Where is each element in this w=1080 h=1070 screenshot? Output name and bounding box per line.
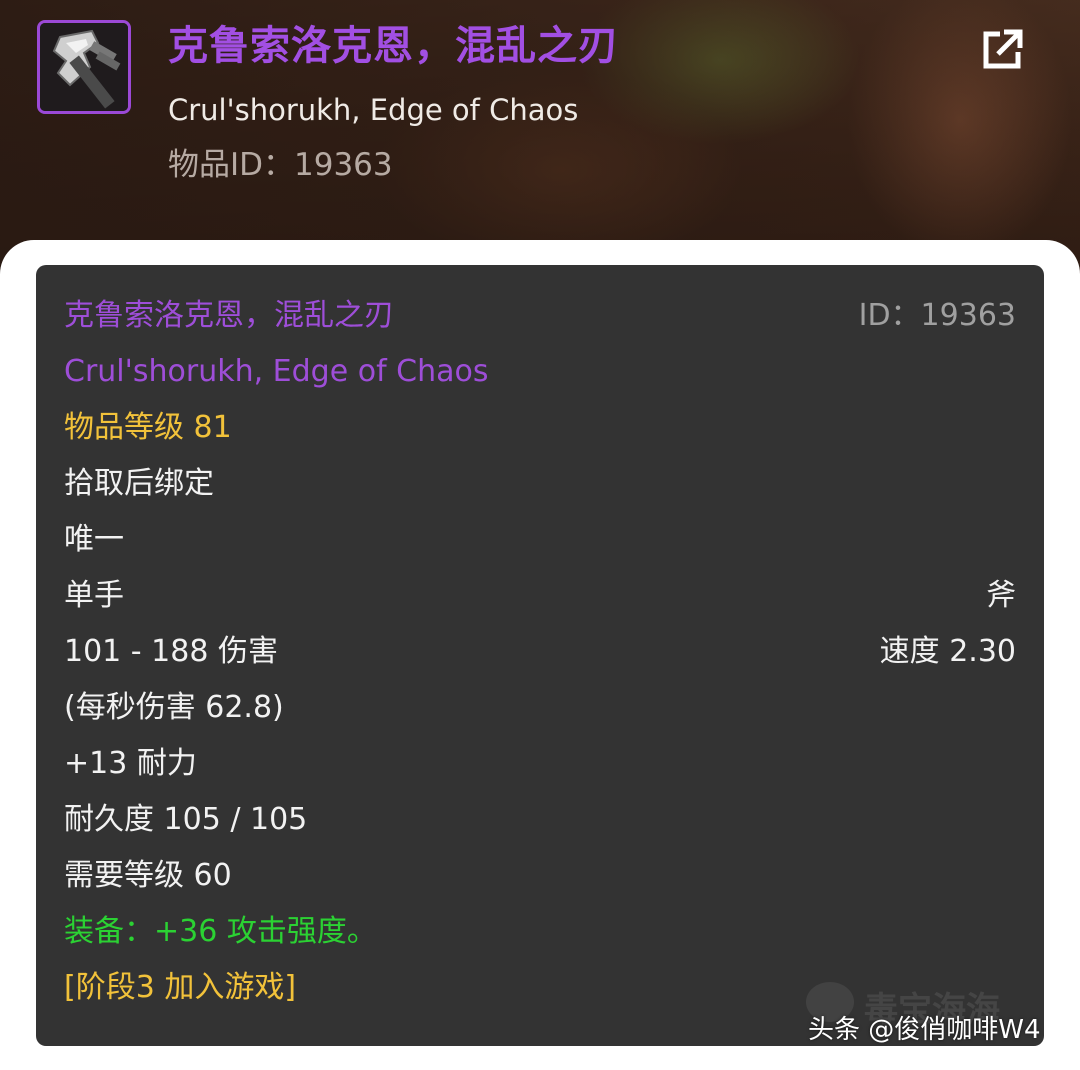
tooltip-stamina: +13 耐力 [64,746,197,781]
tooltip-unique: 唯一 [64,522,124,557]
tooltip-name-en: Crul'shorukh, Edge of Chaos [64,354,489,389]
tooltip-equip-effect: 装备：+36 攻击强度。 [64,914,377,949]
item-id-label: 物品ID：19363 [168,147,393,183]
external-link-icon[interactable] [980,28,1024,72]
tooltip-item-level: 物品等级 81 [64,410,232,445]
tooltip-name-row: 克鲁索洛克恩，混乱之刃 ID：19363 [64,294,1016,338]
tooltip-weapon-type: 斧 [986,578,1016,613]
tooltip-durability: 耐久度 105 / 105 [64,802,308,837]
item-title-en: Crul'shorukh, Edge of Chaos [168,93,579,127]
tooltip-damage: 101 - 188 伤害 [64,634,278,669]
item-title-cn: 克鲁索洛克恩，混乱之刃 [168,23,619,69]
tooltip-item-id: ID：19363 [858,298,1016,333]
tooltip-name-cn: 克鲁索洛克恩，混乱之刃 [64,298,394,333]
tooltip-dps: (每秒伤害 62.8) [64,690,284,725]
tooltip-damage-row: 101 - 188 伤害 速度 2.30 [64,630,1016,674]
tooltip-binding: 拾取后绑定 [64,466,214,501]
axe-item-icon [37,20,131,114]
tooltip-slot-row: 单手 斧 [64,574,1016,618]
tooltip-speed: 速度 2.30 [879,634,1016,669]
author-credit: 头条 @俊俏咖啡W4 [808,1015,1041,1045]
tooltip-slot: 单手 [64,578,124,613]
tooltip-required-level: 需要等级 60 [64,858,232,893]
